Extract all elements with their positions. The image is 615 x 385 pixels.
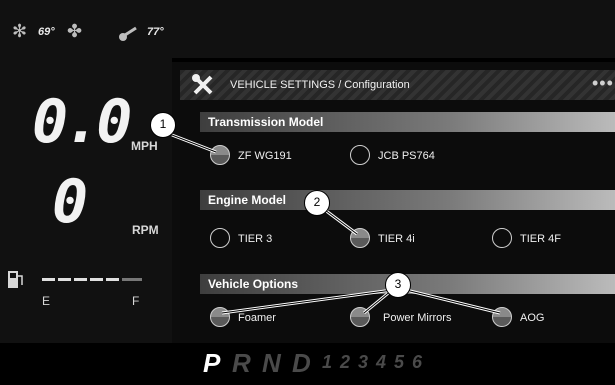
callout-3: 3 xyxy=(385,272,411,298)
callout-1: 1 xyxy=(150,112,176,138)
vehicle-display: ✻ 69° ✤ 77° 0.0 MPH 0 RPM E F VEHICLE SE… xyxy=(0,0,615,385)
callout-2: 2 xyxy=(304,190,330,216)
